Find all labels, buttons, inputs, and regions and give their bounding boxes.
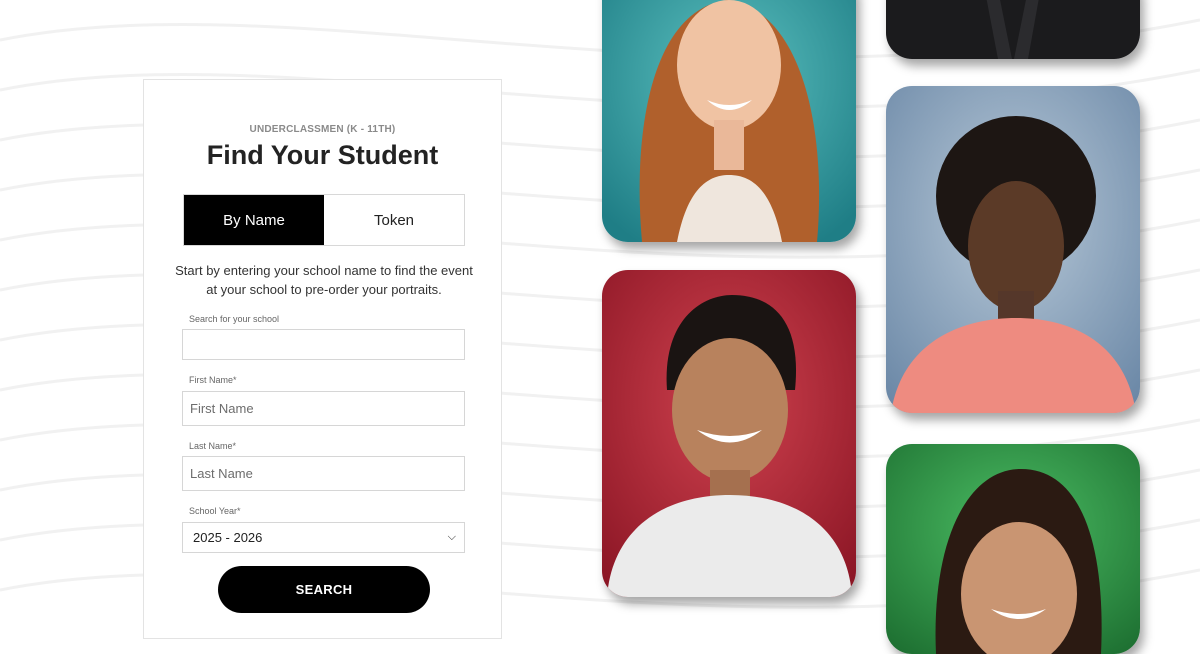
last-name-input[interactable] xyxy=(182,456,465,491)
intro-text: Start by entering your school name to fi… xyxy=(175,263,473,297)
find-student-card: UNDERCLASSMEN (K - 11TH) Find Your Stude… xyxy=(143,79,502,639)
school-year-label: School Year* xyxy=(189,506,241,516)
school-search-input[interactable] xyxy=(182,329,465,360)
tab-by-name[interactable]: By Name xyxy=(184,195,324,245)
portrait-photo-green xyxy=(886,444,1140,654)
eyebrow-label: UNDERCLASSMEN (K - 11TH) xyxy=(249,124,396,135)
first-name-input[interactable] xyxy=(182,391,465,426)
chevron-down-icon: ⌵ xyxy=(447,531,456,543)
search-button[interactable]: SEARCH xyxy=(218,566,430,613)
portrait-photo-teal xyxy=(602,0,856,242)
portrait-photo-red xyxy=(602,270,856,597)
portrait-photo-dark xyxy=(886,0,1140,59)
first-name-label: First Name* xyxy=(189,375,237,385)
tab-token[interactable]: Token xyxy=(324,195,464,245)
page-title: Find Your Student xyxy=(206,140,439,170)
search-mode-tabs: By Name Token xyxy=(183,194,465,246)
school-search-label: Search for your school xyxy=(189,314,280,324)
school-year-value: 2025 - 2026 xyxy=(193,530,263,545)
school-year-select[interactable]: 2025 - 2026 ⌵ xyxy=(182,522,465,553)
last-name-label: Last Name* xyxy=(189,441,237,451)
portrait-photo-blue xyxy=(886,86,1140,413)
